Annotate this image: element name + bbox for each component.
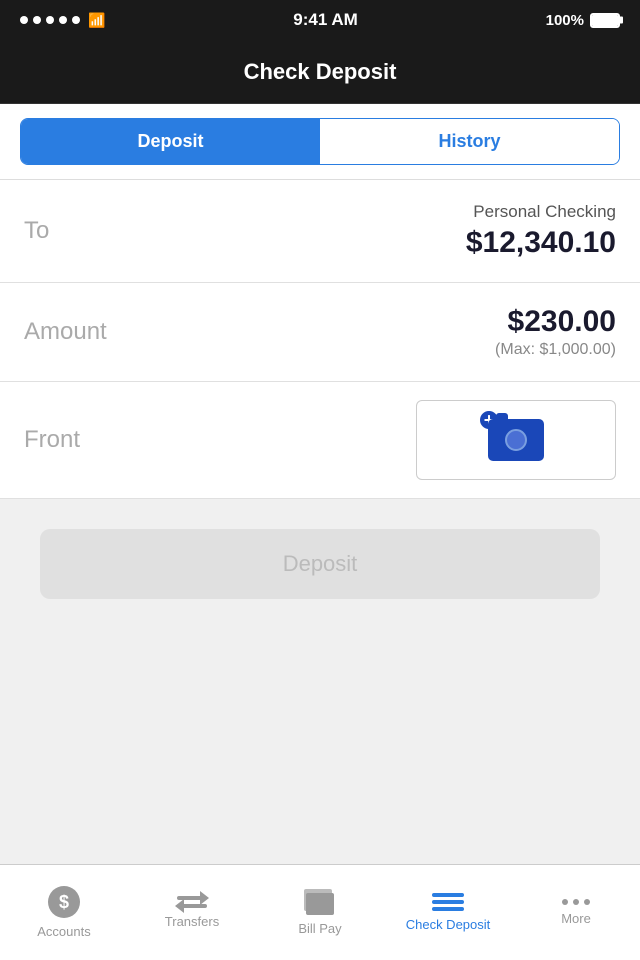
front-label: Front (24, 426, 80, 454)
status-time: 9:41 AM (293, 10, 358, 30)
amount-value: $230.00 (495, 305, 616, 339)
front-row: Front + (0, 382, 640, 499)
transfers-label: Transfers (165, 914, 219, 929)
tab-check-deposit[interactable]: Check Deposit (384, 865, 512, 960)
segmented-control: Deposit History (20, 118, 620, 165)
accounts-icon: $ (48, 886, 80, 918)
form-section: To Personal Checking $12,340.10 Amount $… (0, 180, 640, 499)
tab-accounts[interactable]: $ Accounts (0, 865, 128, 960)
battery-percent: 100% (546, 12, 584, 29)
tab-more[interactable]: More (512, 865, 640, 960)
tab-deposit[interactable]: Deposit (21, 119, 320, 164)
signal-dots (20, 16, 80, 24)
tab-billpay[interactable]: Bill Pay (256, 865, 384, 960)
accounts-label: Accounts (37, 924, 90, 939)
status-right: 100% (546, 12, 620, 29)
status-bar: 📶 9:41 AM 100% (0, 0, 640, 40)
deposit-button[interactable]: Deposit (40, 529, 600, 599)
camera-button[interactable]: + (416, 400, 616, 480)
camera-body (488, 419, 544, 461)
deposit-btn-section: Deposit (0, 499, 640, 629)
amount-row[interactable]: Amount $230.00 (Max: $1,000.00) (0, 283, 640, 382)
camera-notch (496, 413, 508, 419)
amount-max: (Max: $1,000.00) (495, 341, 616, 359)
arrow-left (177, 904, 207, 908)
check-deposit-label: Check Deposit (406, 917, 491, 932)
main-content: Deposit History To Personal Checking $12… (0, 104, 640, 864)
billpay-label: Bill Pay (298, 921, 341, 936)
amount-right: $230.00 (Max: $1,000.00) (495, 305, 616, 359)
wifi-icon: 📶 (88, 12, 105, 29)
camera-icon: + (488, 419, 544, 461)
page-title: Check Deposit (244, 59, 397, 85)
more-icon (562, 899, 590, 905)
tab-transfers[interactable]: Transfers (128, 865, 256, 960)
to-right: Personal Checking $12,340.10 (466, 202, 616, 260)
check-deposit-icon (432, 893, 464, 911)
tab-bar: $ Accounts Transfers Bill Pay Check Depo… (0, 864, 640, 960)
camera-lens (505, 429, 527, 451)
segmented-control-container: Deposit History (0, 104, 640, 180)
battery-icon (590, 13, 620, 28)
to-row[interactable]: To Personal Checking $12,340.10 (0, 180, 640, 283)
tab-history[interactable]: History (320, 119, 619, 164)
nav-header: Check Deposit (0, 40, 640, 104)
billpay-icon (304, 889, 336, 915)
more-label: More (561, 911, 591, 926)
account-balance: $12,340.10 (466, 226, 616, 260)
to-label: To (24, 217, 49, 245)
status-left: 📶 (20, 12, 105, 29)
transfers-icon (177, 896, 207, 908)
account-name: Personal Checking (466, 202, 616, 222)
amount-label: Amount (24, 318, 107, 346)
